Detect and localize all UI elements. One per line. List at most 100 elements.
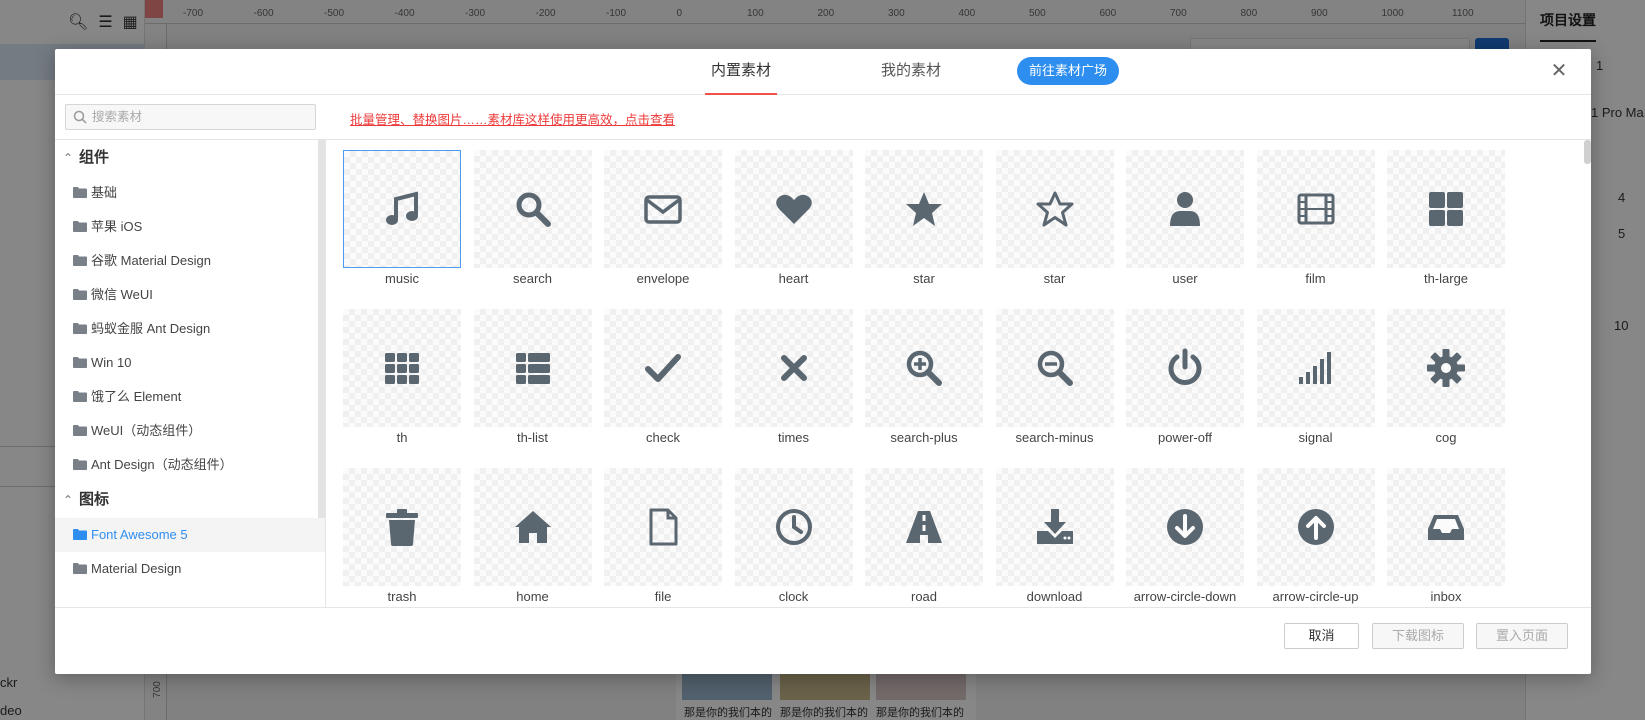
icon-tile-search[interactable]: search xyxy=(473,150,592,290)
tab-builtin-materials[interactable]: 内置素材 xyxy=(705,49,777,95)
search-icon xyxy=(516,192,551,227)
icon-label: download xyxy=(1026,589,1083,604)
search-field[interactable] xyxy=(65,104,316,130)
icon-tile-user[interactable]: user xyxy=(1126,150,1244,290)
th-large-icon xyxy=(1429,192,1463,226)
th-icon xyxy=(385,353,419,384)
icon-label: signal xyxy=(1298,430,1333,445)
folder-icon xyxy=(73,289,87,300)
icon-tile-inbox[interactable]: inbox xyxy=(1387,468,1505,607)
sidebar-item[interactable]: 谷歌 Material Design xyxy=(55,244,325,278)
sidebar-item-label: 苹果 iOS xyxy=(91,219,143,234)
signal-icon xyxy=(1298,352,1331,384)
icon-tile-download[interactable]: download xyxy=(995,468,1114,607)
sidebar-item-label: Win 10 xyxy=(91,355,132,370)
download-icon-button[interactable]: 下载图标 xyxy=(1372,623,1464,649)
sidebar-item[interactable]: 基础 xyxy=(55,176,325,210)
icon-label: trash xyxy=(387,589,417,604)
times-icon xyxy=(780,355,807,381)
icon-label: arrow-circle-down xyxy=(1133,589,1237,604)
place-in-page-button[interactable]: 置入页面 xyxy=(1476,623,1568,649)
sidebar-item-label: WeUI（动态组件） xyxy=(91,423,202,438)
icon-tile-power-off[interactable]: power-off xyxy=(1126,309,1244,449)
film-icon xyxy=(1297,193,1334,225)
icon-tile-search-minus[interactable]: search-minus xyxy=(995,309,1114,449)
folder-icon xyxy=(73,187,87,198)
sidebar-item[interactable]: 微信 WeUI xyxy=(55,278,325,312)
icon-tile-search-plus[interactable]: search-plus xyxy=(865,309,983,449)
icon-tile-th[interactable]: th xyxy=(343,309,461,449)
icon-tile-home[interactable]: home xyxy=(473,468,592,607)
category-sidebar: ⌃ 组件 基础苹果 iOS 谷歌 Material Design 微信 WeUI 蚂蚁… xyxy=(55,140,326,607)
icon-tile-road[interactable]: road xyxy=(865,468,983,607)
folder-icon xyxy=(73,255,87,266)
sidebar-item[interactable]: WeUI（动态组件） xyxy=(55,414,325,448)
icon-label: search xyxy=(512,271,553,286)
group-components[interactable]: ⌃ 组件 xyxy=(55,140,325,176)
promo-link[interactable]: 批量管理、替换图片……素材库这样使用更高效，点击查看 xyxy=(350,109,675,128)
icon-tile-music[interactable]: music xyxy=(343,150,461,290)
modal-footer: 取消 下载图标 置入页面 xyxy=(55,607,1591,674)
icon-label: star xyxy=(1043,271,1066,286)
user-icon xyxy=(1170,192,1200,226)
folder-icon xyxy=(73,391,87,402)
icon-label: cog xyxy=(1435,430,1457,445)
folder-icon xyxy=(73,323,87,334)
music-icon xyxy=(386,191,418,225)
search-minus-icon xyxy=(1037,350,1073,386)
power-off-icon xyxy=(1168,348,1202,385)
icon-tile-envelope[interactable]: envelope xyxy=(604,150,722,290)
search-input[interactable] xyxy=(92,106,312,128)
folder-icon xyxy=(73,529,87,540)
icon-tile-clock[interactable]: clock xyxy=(734,468,853,607)
icon-label: star xyxy=(913,271,935,286)
icon-label: check xyxy=(646,430,680,445)
group-icons[interactable]: ⌃ 图标 xyxy=(55,482,325,518)
grid-scrollbar[interactable] xyxy=(1584,140,1591,164)
th-list-icon xyxy=(515,353,550,384)
icon-label: film xyxy=(1305,271,1326,286)
icon-tile-trash[interactable]: trash xyxy=(343,468,461,607)
icon-label: th xyxy=(396,430,408,445)
trash-icon xyxy=(386,509,418,546)
heart-icon xyxy=(775,194,812,224)
sidebar-item-label: 谷歌 Material Design xyxy=(91,253,211,268)
icon-label: music xyxy=(385,271,419,286)
envelope-icon xyxy=(644,195,682,224)
icon-tile-th-large[interactable]: th-large xyxy=(1387,150,1505,290)
icon-tile-check[interactable]: check xyxy=(604,309,722,449)
icon-tile-arrow-circle-down[interactable]: arrow-circle-down xyxy=(1126,468,1244,607)
sidebar-item[interactable]: 蚂蚁金服 Ant Design xyxy=(55,312,325,346)
sidebar-item[interactable]: Ant Design（动态组件） xyxy=(55,448,325,482)
icon-tile-times[interactable]: times xyxy=(734,309,853,449)
sidebar-item[interactable]: 饿了么 Element xyxy=(55,380,325,414)
sidebar-item[interactable]: 苹果 iOS xyxy=(55,210,325,244)
close-icon[interactable]: ✕ xyxy=(1547,59,1571,83)
file-icon xyxy=(649,508,678,546)
icon-tile-file[interactable]: file xyxy=(604,468,722,607)
icon-tile-arrow-circle-up[interactable]: arrow-circle-up xyxy=(1256,468,1375,607)
material-plaza-button[interactable]: 前往素材广场 xyxy=(1017,57,1120,85)
folder-icon xyxy=(73,425,87,436)
icon-label: times xyxy=(777,430,810,445)
icon-label: th-list xyxy=(516,430,549,445)
icon-tile-star-outline[interactable]: star xyxy=(995,150,1114,290)
icon-tile-signal[interactable]: signal xyxy=(1256,309,1375,449)
sidebar-item[interactable]: Font Awesome 5 xyxy=(55,518,325,552)
sidebar-item[interactable]: Material Design xyxy=(55,552,325,586)
search-plus-icon xyxy=(906,350,942,386)
tab-my-materials[interactable]: 我的素材 xyxy=(875,49,947,95)
check-icon xyxy=(645,354,681,382)
cancel-button[interactable]: 取消 xyxy=(1284,623,1359,649)
icon-tile-cog[interactable]: cog xyxy=(1387,309,1505,449)
sidebar-item[interactable]: Win 10 xyxy=(55,346,325,380)
clock-icon xyxy=(775,509,812,545)
icon-tile-star[interactable]: star xyxy=(865,150,983,290)
star-outline-icon xyxy=(1036,191,1073,227)
sidebar-item-label: Material Design xyxy=(91,561,182,576)
icon-tile-film[interactable]: film xyxy=(1256,150,1375,290)
icon-tile-heart[interactable]: heart xyxy=(734,150,853,290)
chevron-up-icon: ⌃ xyxy=(63,493,74,507)
icon-tile-th-list[interactable]: th-list xyxy=(473,309,592,449)
arrow-circle-down-icon xyxy=(1167,509,1203,545)
